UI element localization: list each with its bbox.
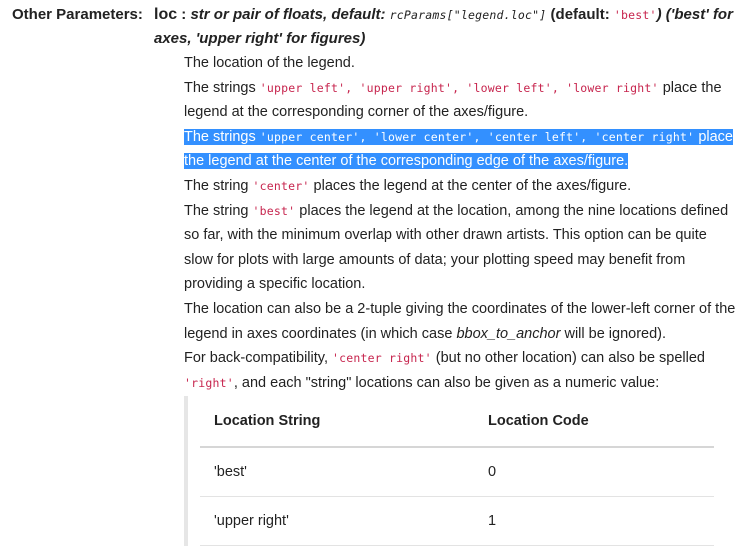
desc-text: The string bbox=[184, 177, 253, 194]
desc-text: For back-compatibility, bbox=[184, 350, 332, 367]
desc-text: will be ignored). bbox=[560, 325, 667, 342]
header-location-string: Location String bbox=[200, 396, 474, 448]
cell-location-code: 1 bbox=[474, 496, 714, 546]
desc-paragraph-4: The string 'center' places the legend at… bbox=[184, 174, 738, 199]
field-label: Other Parameters: bbox=[12, 6, 143, 23]
desc-paragraph-7: For back-compatibility, 'center right' (… bbox=[184, 346, 738, 395]
param-separator: : bbox=[177, 6, 191, 23]
location-table: Location String Location Code 'best' 0 '… bbox=[200, 396, 714, 546]
header-location-code: Location Code bbox=[474, 396, 714, 448]
desc-paragraph-6: The location can also be a 2-tuple givin… bbox=[184, 297, 738, 346]
rcparams-link[interactable]: rcParams["legend.loc"] bbox=[390, 8, 547, 22]
inline-code: 'upper left', 'upper right', 'lower left… bbox=[259, 80, 659, 95]
default-prefix: (default: bbox=[546, 6, 614, 23]
desc-paragraph-1: The location of the legend. bbox=[184, 55, 355, 71]
inline-code: 'center' bbox=[252, 178, 310, 193]
location-table-blockquote: Location String Location Code 'best' 0 '… bbox=[184, 396, 718, 546]
default-value: 'best' bbox=[613, 8, 657, 22]
desc-text: (but no other location) can also be spel… bbox=[431, 350, 705, 367]
param-type: str or pair of floats, default: bbox=[190, 6, 386, 23]
desc-text: places the legend at the center of the a… bbox=[309, 177, 632, 194]
parameter-signature: loc : str or pair of floats, default: rc… bbox=[154, 3, 734, 51]
cell-location-string: 'upper right' bbox=[200, 496, 474, 546]
cell-location-string: 'best' bbox=[200, 447, 474, 497]
inline-code: 'right' bbox=[184, 375, 234, 390]
inline-code: 'center right' bbox=[332, 351, 432, 366]
table-header-row: Location String Location Code bbox=[200, 396, 714, 448]
desc-text: The string bbox=[184, 202, 253, 219]
table-row: 'best' 0 bbox=[200, 447, 714, 497]
desc-paragraph-2: The strings 'upper left', 'upper right',… bbox=[184, 76, 738, 125]
inline-code: 'upper center', 'lower center', 'center … bbox=[259, 129, 695, 144]
table-row: 'upper right' 1 bbox=[200, 496, 714, 546]
parameter-description: The location of the legend. The strings … bbox=[184, 51, 738, 395]
desc-text: The strings bbox=[184, 79, 260, 96]
desc-text: , and each "string" locations can also b… bbox=[233, 374, 660, 391]
inline-code: 'best' bbox=[252, 203, 296, 218]
cell-location-code: 0 bbox=[474, 447, 714, 497]
param-name: loc bbox=[154, 6, 178, 23]
desc-text: The strings bbox=[184, 128, 260, 145]
desc-paragraph-3-selected: The strings 'upper center', 'lower cente… bbox=[184, 125, 738, 174]
desc-paragraph-5: The string 'best' places the legend at t… bbox=[184, 199, 738, 297]
emphasis-text: bbox_to_anchor bbox=[456, 325, 561, 342]
